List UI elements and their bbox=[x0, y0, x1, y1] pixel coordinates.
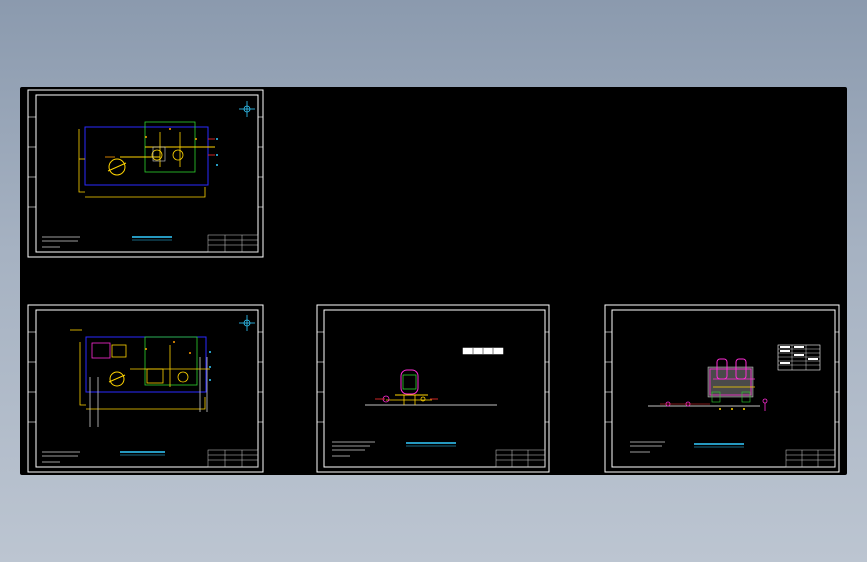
notes-block bbox=[332, 441, 375, 457]
notes-block bbox=[630, 441, 665, 453]
plan-detail-drawing bbox=[70, 329, 211, 427]
north-arrow-icon bbox=[239, 315, 255, 331]
drawing-canvas[interactable] bbox=[20, 87, 847, 475]
sheet-elevation-double[interactable] bbox=[604, 304, 840, 473]
elevation-drawing bbox=[365, 369, 497, 406]
sheet-plan-view[interactable] bbox=[27, 89, 264, 258]
notes-block bbox=[42, 451, 80, 463]
plan-drawing bbox=[78, 121, 218, 198]
title-block bbox=[785, 449, 836, 468]
drawing-title bbox=[694, 443, 744, 448]
north-arrow-icon bbox=[239, 101, 255, 117]
drawing-title bbox=[120, 451, 165, 456]
title-block bbox=[495, 449, 546, 468]
sheet-plan-detail[interactable] bbox=[27, 304, 264, 473]
sheet-elevation-single[interactable] bbox=[316, 304, 550, 473]
elevation-drawing bbox=[648, 358, 768, 411]
notes-block bbox=[42, 236, 80, 248]
drawing-title bbox=[406, 442, 456, 447]
legend-table bbox=[462, 347, 504, 355]
title-block bbox=[207, 449, 259, 468]
legend-table bbox=[777, 344, 821, 371]
drawing-title bbox=[132, 236, 172, 241]
title-block bbox=[207, 234, 259, 253]
